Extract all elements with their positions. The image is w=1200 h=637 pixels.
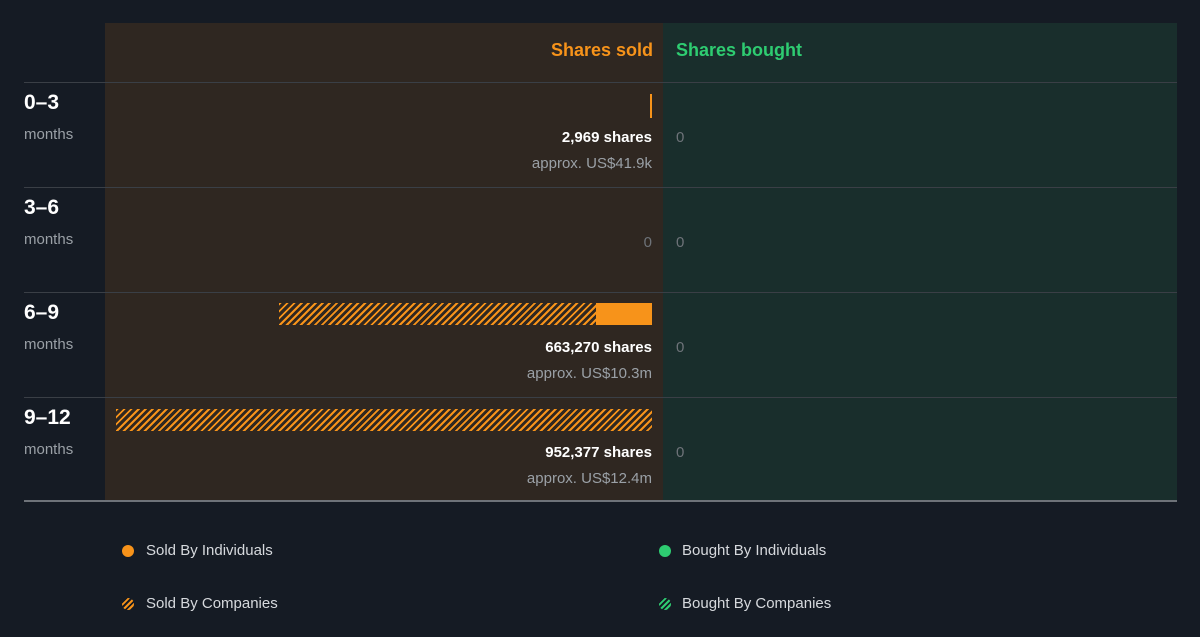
shares-sold-header: Shares sold bbox=[550, 40, 653, 60]
bought-individuals-legend-icon bbox=[659, 545, 671, 557]
row-separator bbox=[24, 187, 1177, 188]
bar-sold-companies bbox=[278, 303, 596, 325]
shares-bought-value: 0 bbox=[676, 129, 685, 146]
shares-bought-panel bbox=[663, 23, 1177, 501]
period-unit: months bbox=[24, 126, 74, 143]
period-label: 6–9 bbox=[24, 301, 60, 324]
legend-bought-individuals: Bought By Individuals bbox=[682, 542, 827, 559]
period-unit: months bbox=[24, 231, 74, 248]
sold-companies-legend-icon bbox=[122, 598, 134, 610]
shares-bought-value: 0 bbox=[676, 234, 685, 251]
bar-sold-individuals bbox=[595, 303, 652, 325]
legend-sold-companies: Sold By Companies bbox=[146, 595, 278, 612]
shares-bought-value: 0 bbox=[676, 444, 685, 461]
row-separator bbox=[24, 292, 1177, 293]
legend-sold-individuals: Sold By Individuals bbox=[146, 542, 273, 559]
row-separator bbox=[24, 397, 1177, 398]
sold-individuals-legend-icon bbox=[122, 545, 134, 557]
bought-companies-legend-icon bbox=[659, 598, 671, 610]
bar-sold-companies bbox=[116, 409, 652, 431]
chart-baseline bbox=[24, 500, 1177, 502]
row-separator bbox=[24, 82, 1177, 83]
shares-sold-value: 663,270 shares bbox=[545, 339, 652, 356]
period-label: 9–12 bbox=[24, 406, 71, 429]
legend-bought-companies: Bought By Companies bbox=[682, 595, 832, 612]
shares-sold-approx: approx. US$12.4m bbox=[526, 470, 652, 487]
shares-bought-header: Shares bought bbox=[676, 40, 803, 60]
period-unit: months bbox=[24, 441, 74, 458]
shares-sold-approx: approx. US$10.3m bbox=[526, 365, 652, 382]
shares-bought-value: 0 bbox=[676, 339, 685, 356]
bar-sold-individuals bbox=[650, 94, 652, 118]
shares-sold-value: 952,377 shares bbox=[545, 444, 652, 461]
shares-sold-value: 0 bbox=[643, 234, 652, 251]
shares-sold-value: 2,969 shares bbox=[561, 129, 652, 146]
period-label: 3–6 bbox=[24, 196, 60, 219]
period-unit: months bbox=[24, 336, 74, 353]
period-label: 0–3 bbox=[24, 91, 60, 114]
shares-sold-approx: approx. US$41.9k bbox=[531, 155, 652, 172]
